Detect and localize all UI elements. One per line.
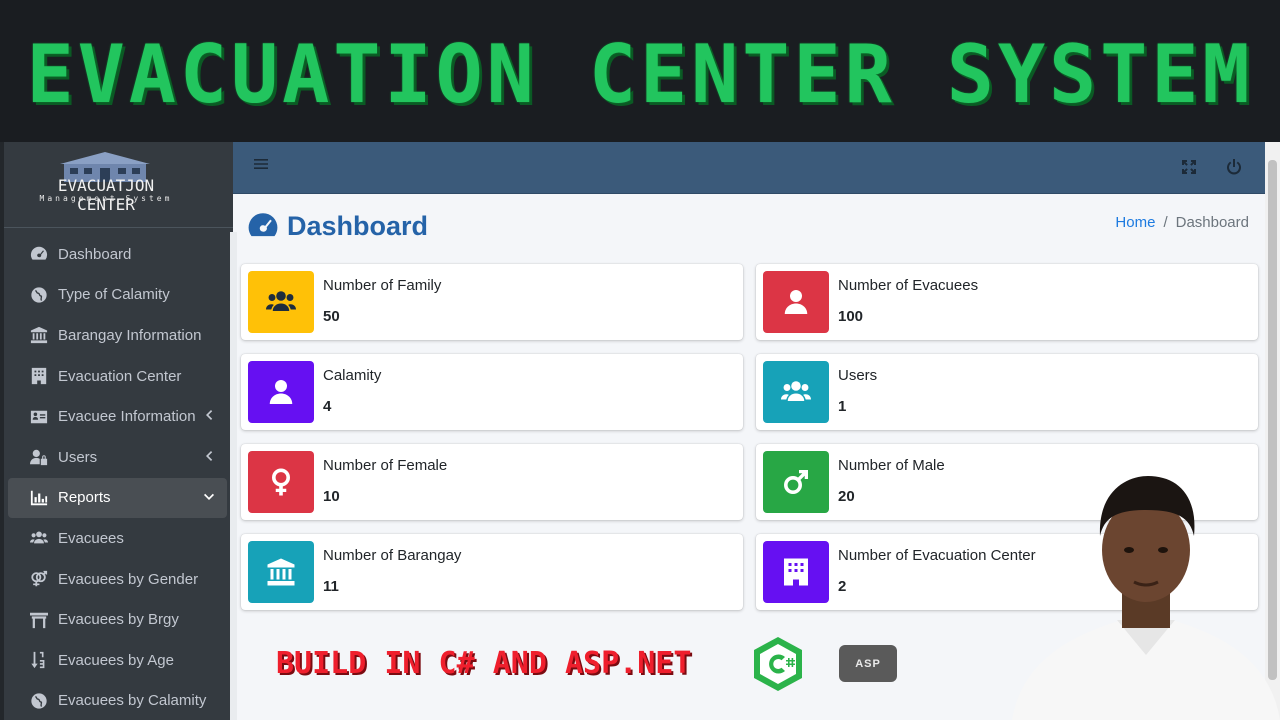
info-box-value: 2 bbox=[838, 578, 847, 595]
building-icon bbox=[28, 366, 50, 386]
mars-icon bbox=[763, 451, 829, 513]
chevron-down-icon bbox=[203, 490, 217, 506]
sidebar-item-label: Evacuees by Calamity bbox=[58, 692, 207, 710]
sidebar-item-label: Evacuees by Gender bbox=[58, 570, 199, 588]
users-icon bbox=[28, 528, 50, 548]
venus-icon bbox=[248, 451, 314, 513]
torii-gate-icon bbox=[28, 610, 50, 630]
breadcrumb-separator: / bbox=[1163, 214, 1168, 231]
page-header: Dashboard bbox=[247, 210, 428, 242]
power-icon[interactable] bbox=[1226, 159, 1246, 179]
info-box-label: Number of Male bbox=[838, 457, 945, 474]
info-box-value: 50 bbox=[323, 308, 340, 325]
info-box-number-of-evacuees[interactable]: Number of Evacuees 100 bbox=[756, 264, 1258, 340]
presenter-photo bbox=[1012, 476, 1280, 720]
sidebar-item-evacuees[interactable]: Evacuees bbox=[8, 518, 227, 559]
sidebar-item-label: Barangay Information bbox=[58, 326, 202, 344]
info-box-value: 4 bbox=[323, 398, 332, 415]
sort-numeric-icon bbox=[28, 650, 50, 670]
info-box-value: 20 bbox=[838, 488, 855, 505]
breadcrumb: Home / Dashboard bbox=[1115, 214, 1249, 231]
globe-icon bbox=[28, 285, 50, 305]
tachometer-icon bbox=[248, 213, 278, 237]
info-box-label: Calamity bbox=[323, 367, 382, 384]
top-navbar bbox=[233, 142, 1265, 194]
promo-text: BUILD IN C# AND ASP.NET bbox=[276, 646, 692, 681]
breadcrumb-home-link[interactable]: Home bbox=[1115, 214, 1155, 231]
csharp-logo-icon bbox=[754, 637, 802, 691]
banner: EVACUATION CENTER SYSTEM bbox=[0, 0, 1280, 142]
sidebar-item-label: Evacuees by Brgy bbox=[58, 611, 179, 629]
user-lock-icon bbox=[28, 447, 50, 467]
info-box-value: 11 bbox=[323, 578, 339, 595]
building-icon bbox=[763, 541, 829, 603]
landmark-icon bbox=[248, 541, 314, 603]
sidebar-item-dashboard[interactable]: Dashboard bbox=[8, 234, 227, 275]
sidebar: EVACUATJON CENTER Management System Dash… bbox=[0, 142, 237, 720]
fullscreen-icon[interactable] bbox=[1181, 159, 1201, 179]
sidebar-item-label: Reports bbox=[58, 489, 111, 507]
chevron-left-icon bbox=[203, 449, 217, 465]
sidebar-item-users[interactable]: Users bbox=[8, 437, 227, 478]
info-box-label: Number of Evacuation Center bbox=[838, 547, 1036, 564]
info-box-number-of-female[interactable]: Number of Female 10 bbox=[241, 444, 743, 520]
hamburger-menu-icon[interactable] bbox=[253, 156, 273, 178]
banner-title: EVACUATION CENTER SYSTEM bbox=[26, 28, 1254, 121]
venus-mars-icon bbox=[28, 569, 50, 589]
asp-logo: ASP bbox=[839, 645, 897, 682]
user-icon bbox=[763, 271, 829, 333]
sidebar-item-type-of-calamity[interactable]: Type of Calamity bbox=[8, 275, 227, 316]
sidebar-item-evacuees-by-brgy[interactable]: Evacuees by Brgy bbox=[8, 599, 227, 640]
chevron-left-icon bbox=[203, 408, 217, 424]
page-title: Dashboard bbox=[287, 210, 429, 241]
users-icon bbox=[763, 361, 829, 423]
brand-subtitle: Management System bbox=[39, 194, 173, 203]
sidebar-item-reports[interactable]: Reports bbox=[8, 477, 227, 519]
sidebar-item-evacuees-by-age[interactable]: Evacuees by Age bbox=[8, 640, 227, 681]
sidebar-item-evacuee-information[interactable]: Evacuee Information bbox=[8, 396, 227, 437]
chart-bar-icon bbox=[28, 488, 50, 508]
sidebar-item-label: Evacuation Center bbox=[58, 367, 182, 385]
sidebar-item-barangay-information[interactable]: Barangay Information bbox=[8, 315, 227, 356]
info-box-calamity[interactable]: Calamity 4 bbox=[241, 354, 743, 430]
info-box-number-of-family[interactable]: Number of Family 50 bbox=[241, 264, 743, 340]
landmark-icon bbox=[28, 325, 50, 345]
sidebar-item-evacuees-by-gender[interactable]: Evacuees by Gender bbox=[8, 559, 227, 600]
user-icon bbox=[248, 361, 314, 423]
info-box-label: Number of Barangay bbox=[323, 547, 462, 564]
info-box-label: Number of Evacuees bbox=[838, 277, 979, 294]
sidebar-item-evacuation-center[interactable]: Evacuation Center bbox=[8, 356, 227, 397]
sidebar-item-label: Evacuees bbox=[58, 529, 124, 547]
sidebar-nav: Dashboard Type of Calamity Barangay Info… bbox=[4, 234, 233, 720]
globe-icon bbox=[28, 691, 50, 711]
sidebar-item-label: Evacuees by Age bbox=[58, 651, 174, 669]
sidebar-item-label: Type of Calamity bbox=[58, 286, 170, 304]
info-box-value: 100 bbox=[838, 308, 864, 325]
sidebar-item-evacuees-by-calamity[interactable]: Evacuees by Calamity bbox=[8, 681, 227, 720]
info-box-value: 1 bbox=[838, 398, 847, 415]
id-card-icon bbox=[28, 407, 50, 427]
info-box-label: Number of Family bbox=[323, 277, 442, 294]
sidebar-item-label: Users bbox=[58, 448, 98, 466]
info-box-number-of-barangay[interactable]: Number of Barangay 11 bbox=[241, 534, 743, 610]
tachometer-icon bbox=[28, 244, 50, 264]
sidebar-item-label: Dashboard bbox=[58, 245, 132, 263]
info-box-users[interactable]: Users 1 bbox=[756, 354, 1258, 430]
info-box-label: Users bbox=[838, 367, 878, 384]
brand-logo[interactable]: EVACUATJON CENTER Management System bbox=[4, 142, 233, 228]
breadcrumb-current: Dashboard bbox=[1175, 214, 1249, 231]
info-box-value: 10 bbox=[323, 488, 340, 505]
info-box-label: Number of Female bbox=[323, 457, 448, 474]
sidebar-item-label: Evacuee Information bbox=[58, 408, 196, 426]
users-icon bbox=[248, 271, 314, 333]
